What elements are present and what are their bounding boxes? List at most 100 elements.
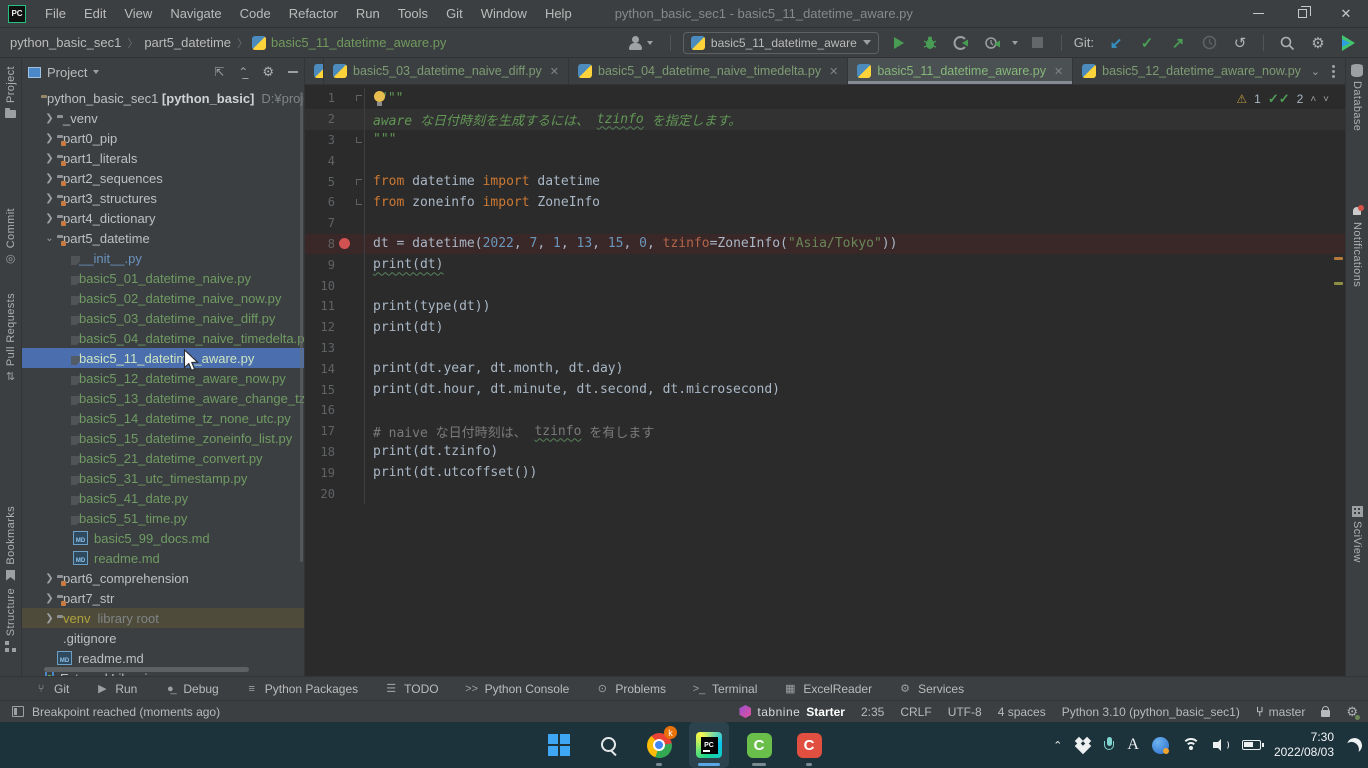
- menu-refactor[interactable]: Refactor: [280, 0, 347, 28]
- toolwindow-python-console[interactable]: >>Python Console: [465, 682, 570, 696]
- code-line-17[interactable]: 17# naive な日付時刻は、 tzinfo を有します: [305, 421, 1345, 442]
- line-number[interactable]: 2: [305, 112, 335, 126]
- code-line-9[interactable]: 9print(dt): [305, 254, 1345, 275]
- line-number[interactable]: 20: [305, 487, 335, 501]
- line-number[interactable]: 5: [305, 175, 335, 189]
- menu-tools[interactable]: Tools: [389, 0, 437, 28]
- battery-icon[interactable]: [1242, 740, 1261, 750]
- tree-item-part5_datetime[interactable]: ⌄part5_datetime: [22, 228, 304, 248]
- tree-item-basic5_03_datetime_naive_diff.py[interactable]: basic5_03_datetime_naive_diff.py: [22, 308, 304, 328]
- menu-code[interactable]: Code: [231, 0, 280, 28]
- code-line-14[interactable]: 14print(dt.year, dt.month, dt.day): [305, 358, 1345, 379]
- code-line-16[interactable]: 16: [305, 400, 1345, 421]
- restore-button[interactable]: [1280, 0, 1324, 28]
- tree-item-basic5_01_datetime_naive.py[interactable]: basic5_01_datetime_naive.py: [22, 268, 304, 288]
- tree-chevron-icon[interactable]: ⌄: [42, 233, 57, 244]
- tree-item-basic5_13_datetime_aware_change_tz.py[interactable]: basic5_13_datetime_aware_change_tz.py: [22, 388, 304, 408]
- gear-icon[interactable]: ⚙: [262, 64, 274, 80]
- tree-item-__init__.py[interactable]: __init__.py: [22, 248, 304, 268]
- line-separator[interactable]: CRLF: [900, 705, 931, 719]
- git-commit-button[interactable]: ✓: [1136, 32, 1158, 54]
- tree-item-part7_str[interactable]: ❯part7_str: [22, 588, 304, 608]
- file-encoding[interactable]: UTF-8: [948, 705, 982, 719]
- code-line-18[interactable]: 18print(dt.tzinfo): [305, 442, 1345, 463]
- caret-position[interactable]: 2:35: [861, 705, 884, 719]
- tab-basic5_12_datetime_aware_now.py[interactable]: basic5_12_datetime_aware_now.py✕: [1073, 58, 1301, 84]
- scrollbar-mark[interactable]: [1334, 282, 1343, 285]
- rollback-button[interactable]: ↺: [1229, 32, 1251, 54]
- line-number[interactable]: 7: [305, 216, 335, 230]
- run-button[interactable]: [888, 32, 910, 54]
- menu-help[interactable]: Help: [536, 0, 581, 28]
- code-line-4[interactable]: 4: [305, 150, 1345, 171]
- tab-close-icon[interactable]: ✕: [550, 65, 559, 78]
- tree-item-part1_literals[interactable]: ❯part1_literals: [22, 148, 304, 168]
- tree-item-python_basic_sec1[interactable]: python_basic_sec1 [python_basic]D:¥proje…: [22, 88, 304, 108]
- ime-mode-icon[interactable]: A: [1127, 736, 1139, 754]
- line-number[interactable]: 3: [305, 133, 335, 147]
- project-panel-title[interactable]: Project: [47, 65, 87, 80]
- line-number[interactable]: 11: [305, 299, 335, 313]
- tray-expand-chevron-icon[interactable]: ⌃: [1053, 739, 1062, 752]
- toolwindow-services[interactable]: ⚙Services: [898, 682, 964, 696]
- gear-icon[interactable]: ⚙: [1346, 704, 1358, 720]
- debug-button[interactable]: [919, 32, 941, 54]
- tool-stripe-notifications[interactable]: Notifications: [1346, 206, 1368, 287]
- code-line-3[interactable]: 3""": [305, 130, 1345, 151]
- user-account-button[interactable]: [624, 32, 658, 54]
- chevron-down-icon[interactable]: [93, 70, 99, 74]
- menu-view[interactable]: View: [115, 0, 161, 28]
- tab-close-icon[interactable]: ✕: [1054, 65, 1063, 78]
- editor-code[interactable]: 1"""2aware な日付時刻を生成するには、 tzinfo を指定します。3…: [305, 85, 1345, 676]
- line-number[interactable]: 16: [305, 403, 335, 417]
- line-number[interactable]: 10: [305, 279, 335, 293]
- hide-panel-icon[interactable]: [288, 71, 298, 73]
- inspections-widget[interactable]: ⚠ 1 ✓✓ 2 ˄ ˅: [1236, 91, 1329, 107]
- tree-chevron-icon[interactable]: ❯: [42, 213, 57, 224]
- git-branch-widget[interactable]: ⑂ master: [1256, 704, 1306, 719]
- next-problem-chevron-icon[interactable]: ˅: [1323, 94, 1329, 105]
- toolwindow-debug[interactable]: ●̲Debug: [163, 682, 218, 696]
- line-number[interactable]: 8: [305, 237, 335, 251]
- minimize-button[interactable]: [1236, 0, 1280, 28]
- toolwindow-problems[interactable]: ⊙Problems: [595, 682, 666, 696]
- line-number[interactable]: 4: [305, 154, 335, 168]
- tool-stripe-bookmarks[interactable]: Bookmarks: [0, 506, 21, 582]
- code-line-2[interactable]: 2aware な日付時刻を生成するには、 tzinfo を指定します。: [305, 109, 1345, 130]
- line-number[interactable]: 1: [305, 91, 335, 105]
- taskbar-search-button[interactable]: [589, 722, 629, 768]
- tab-options-kebab-icon[interactable]: [1332, 65, 1335, 78]
- tree-item-basic5_31_utc_timestamp.py[interactable]: basic5_31_utc_timestamp.py: [22, 468, 304, 488]
- toolwindow-excelreader[interactable]: ▦ExcelReader: [783, 682, 872, 696]
- breakpoint-gutter[interactable]: [335, 238, 353, 249]
- toolwindow-run[interactable]: ▶Run: [95, 682, 137, 696]
- tree-item-readme.md[interactable]: MDreadme.md: [22, 548, 304, 568]
- tab-_now.py[interactable]: _now.py✕: [305, 58, 324, 84]
- toolwindow-todo[interactable]: ☰TODO: [384, 682, 438, 696]
- start-button[interactable]: [539, 722, 579, 768]
- taskbar-chrome-button[interactable]: k: [639, 722, 679, 768]
- python-interpreter[interactable]: Python 3.10 (python_basic_sec1): [1062, 705, 1240, 719]
- line-number[interactable]: 6: [305, 195, 335, 209]
- prev-problem-chevron-icon[interactable]: ˄: [1310, 94, 1316, 105]
- menu-window[interactable]: Window: [472, 0, 536, 28]
- tree-chevron-icon[interactable]: ❯: [42, 153, 57, 164]
- tree-item-basic5_14_datetime_tz_none_utc.py[interactable]: basic5_14_datetime_tz_none_utc.py: [22, 408, 304, 428]
- run-with-coverage-button[interactable]: [950, 32, 972, 54]
- tree-chevron-icon[interactable]: ❯: [42, 133, 57, 144]
- code-line-6[interactable]: 6from zoneinfo import ZoneInfo: [305, 192, 1345, 213]
- tab-basic5_04_datetime_naive_timedelta.py[interactable]: basic5_04_datetime_naive_timedelta.py✕: [569, 58, 848, 84]
- fold-marker-icon[interactable]: [353, 88, 365, 109]
- tree-chevron-icon[interactable]: ❯: [42, 613, 57, 624]
- app-sphere-icon[interactable]: [1152, 737, 1169, 754]
- tree-item-part4_dictionary[interactable]: ❯part4_dictionary: [22, 208, 304, 228]
- tab-basic5_11_datetime_aware.py[interactable]: basic5_11_datetime_aware.py✕: [848, 58, 1073, 84]
- tab-list-chevron-icon[interactable]: ⌄: [1311, 65, 1320, 78]
- tree-chevron-icon[interactable]: ❯: [42, 173, 57, 184]
- code-line-10[interactable]: 10: [305, 275, 1345, 296]
- tab-basic5_03_datetime_naive_diff.py[interactable]: basic5_03_datetime_naive_diff.py✕: [324, 58, 569, 84]
- settings-button[interactable]: ⚙: [1307, 32, 1329, 54]
- run-configuration-select[interactable]: basic5_11_datetime_aware: [683, 32, 879, 54]
- breadcrumb-item[interactable]: part5_datetime: [142, 35, 233, 50]
- tree-item-basic5_41_date.py[interactable]: basic5_41_date.py: [22, 488, 304, 508]
